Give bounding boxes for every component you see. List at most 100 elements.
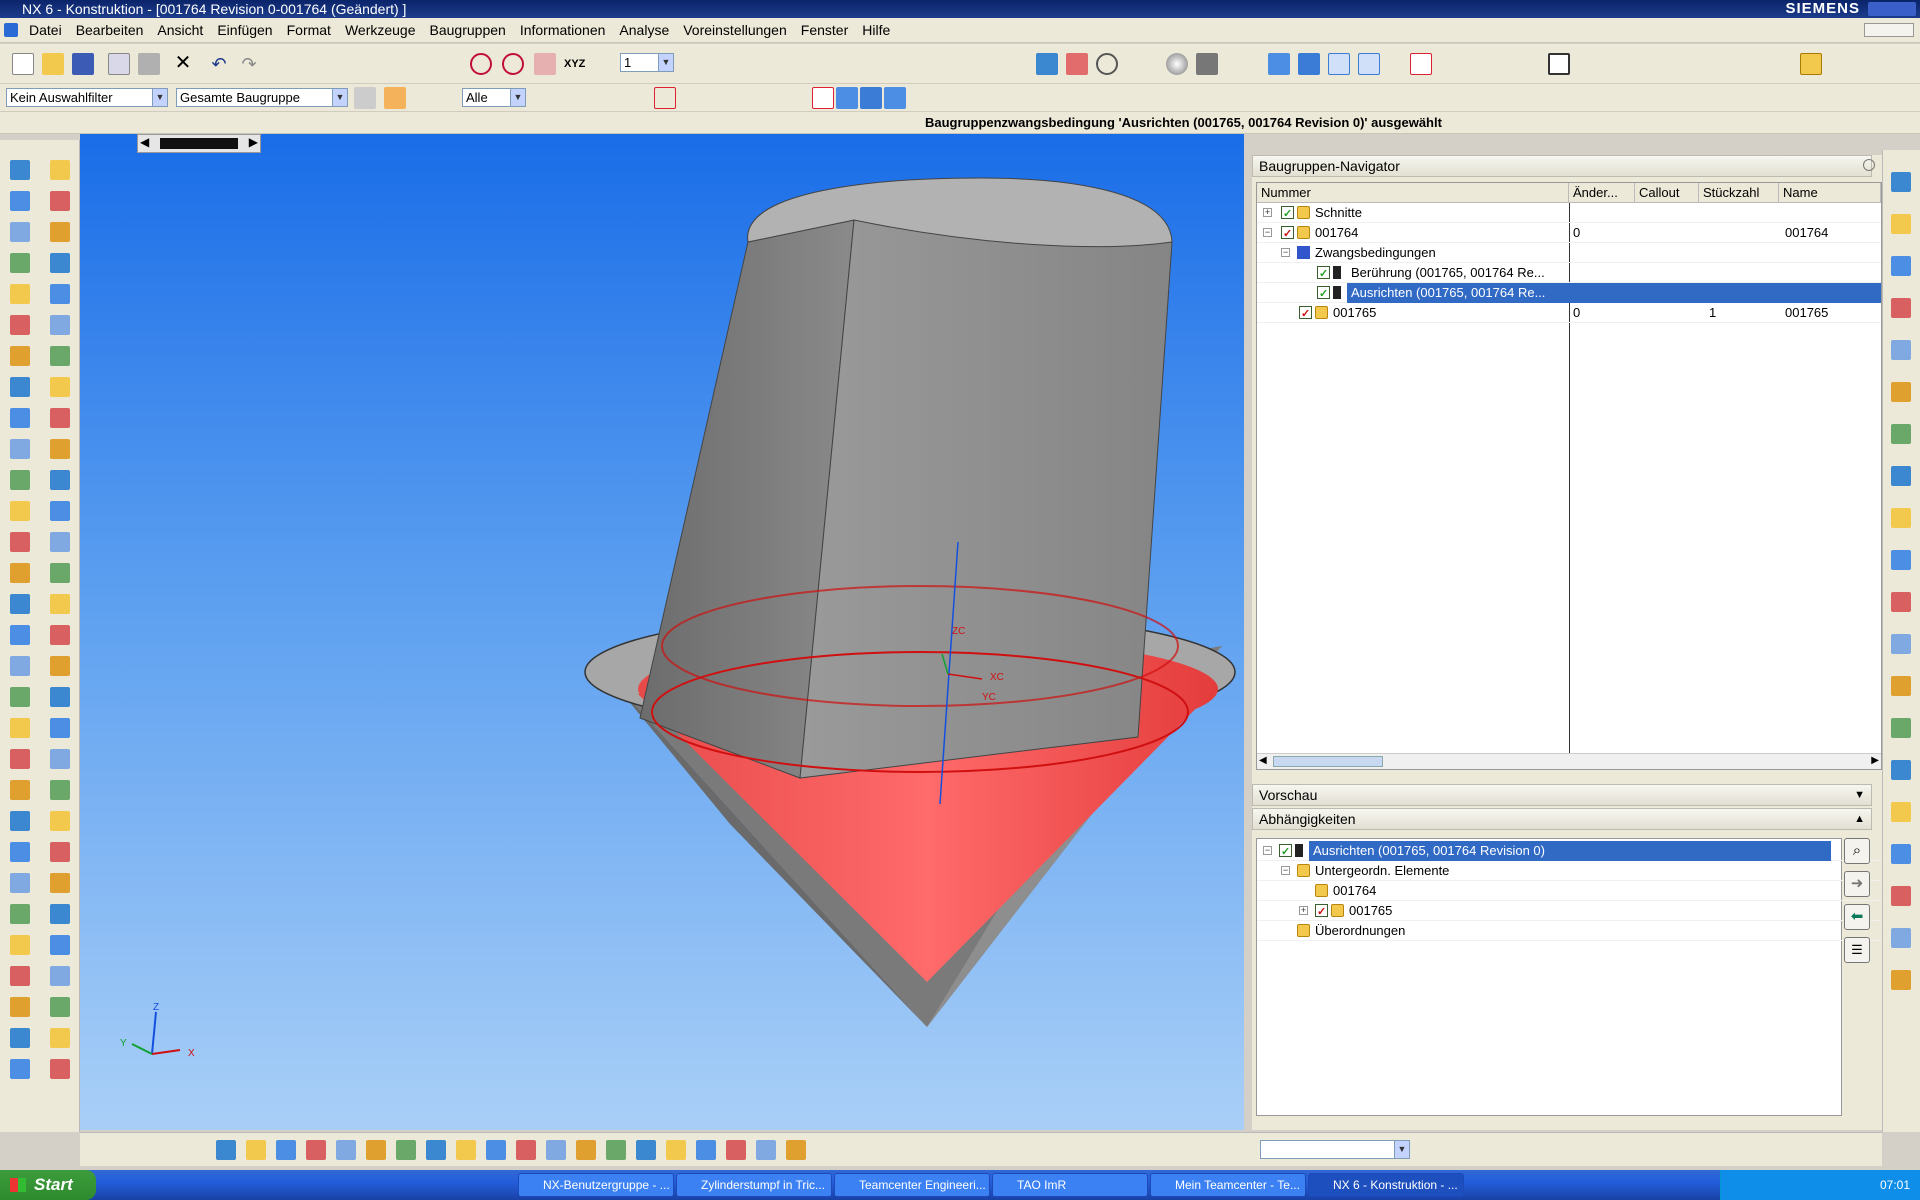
collapse-icon[interactable]: − bbox=[1263, 846, 1272, 855]
feature-tool-icon[interactable] bbox=[10, 501, 30, 521]
shaded-icon[interactable] bbox=[1166, 53, 1188, 75]
checkbox-icon[interactable] bbox=[1281, 224, 1294, 244]
resource-tab-icon[interactable] bbox=[1891, 802, 1911, 822]
feature-tool-icon[interactable] bbox=[50, 780, 70, 800]
menu-voreinstellungen[interactable]: Voreinstellungen bbox=[676, 18, 794, 43]
assembly-tool-icon[interactable] bbox=[336, 1140, 356, 1160]
task-mein-teamcenter[interactable]: Mein Teamcenter - Te... bbox=[1150, 1173, 1306, 1197]
select-filter-icon[interactable] bbox=[384, 87, 406, 109]
arrow-left-icon[interactable]: ⬅ bbox=[1844, 904, 1870, 930]
chevron-down-icon[interactable]: ▼ bbox=[1854, 785, 1865, 806]
open-file-icon[interactable] bbox=[42, 53, 64, 75]
feature-tool-icon[interactable] bbox=[10, 346, 30, 366]
list-icon[interactable]: ☰ bbox=[1844, 937, 1870, 963]
view-top-icon[interactable] bbox=[1298, 53, 1320, 75]
feature-tool-icon[interactable] bbox=[50, 346, 70, 366]
column-header-callout[interactable]: Callout bbox=[1635, 183, 1699, 203]
collapse-icon[interactable]: − bbox=[1263, 228, 1272, 237]
feature-tool-icon[interactable] bbox=[50, 284, 70, 304]
feature-tool-icon[interactable] bbox=[50, 718, 70, 738]
feature-tool-icon[interactable] bbox=[10, 780, 30, 800]
menu-einfuegen[interactable]: Einfügen bbox=[210, 18, 279, 43]
resource-tab-icon[interactable] bbox=[1891, 592, 1911, 612]
resource-tab-icon[interactable] bbox=[1891, 718, 1911, 738]
feature-tool-icon[interactable] bbox=[50, 253, 70, 273]
task-nx-benutzergruppe[interactable]: NX-Benutzergruppe - ... bbox=[518, 1173, 674, 1197]
feature-tool-icon[interactable] bbox=[50, 160, 70, 180]
app-icon[interactable] bbox=[4, 23, 18, 37]
nav-row-ausrichten[interactable]: Ausrichten (001765, 001764 Re... bbox=[1257, 283, 1881, 304]
menu-fenster[interactable]: Fenster bbox=[794, 18, 855, 43]
model-view[interactable]: ZC XC YC Z Y X bbox=[80, 134, 1244, 1130]
resource-tab-icon[interactable] bbox=[1891, 676, 1911, 696]
navigator-grid[interactable]: Nummer Änder... Callout Stückzahl Name +… bbox=[1256, 182, 1882, 770]
assembly-tool-icon[interactable] bbox=[516, 1140, 536, 1160]
type-select[interactable]: Alle ▼ bbox=[462, 88, 526, 107]
feature-tool-icon[interactable] bbox=[10, 935, 30, 955]
copy-icon[interactable] bbox=[108, 53, 130, 75]
resource-tab-icon[interactable] bbox=[1891, 382, 1911, 402]
view-right-icon[interactable] bbox=[1410, 53, 1432, 75]
feature-tool-icon[interactable] bbox=[50, 687, 70, 707]
horizontal-scrollbar[interactable]: ◀ ▶ bbox=[1257, 753, 1881, 769]
feature-tool-icon[interactable] bbox=[50, 656, 70, 676]
assembly-tool-icon[interactable] bbox=[636, 1140, 656, 1160]
scope-select[interactable]: Gesamte Baugruppe ▼ bbox=[176, 88, 348, 107]
resource-tab-icon[interactable] bbox=[1891, 298, 1911, 318]
search-icon[interactable]: ⌕ bbox=[1844, 838, 1870, 864]
checkbox-icon[interactable] bbox=[1317, 264, 1330, 284]
feature-tool-icon[interactable] bbox=[50, 904, 70, 924]
general-select-icon[interactable] bbox=[354, 87, 376, 109]
column-header-nummer[interactable]: Nummer bbox=[1257, 183, 1569, 203]
feature-tool-icon[interactable] bbox=[50, 935, 70, 955]
task-tao-imr[interactable]: TAO ImR bbox=[992, 1173, 1148, 1197]
resource-tab-icon[interactable] bbox=[1891, 760, 1911, 780]
part-tree-icon[interactable] bbox=[860, 87, 882, 109]
preview-header[interactable]: Vorschau ▼ bbox=[1252, 784, 1872, 806]
resource-tab-icon[interactable] bbox=[1891, 172, 1911, 192]
resource-tab-icon[interactable] bbox=[1891, 970, 1911, 990]
task-zylinderstumpf[interactable]: Zylinderstumpf in Tric... bbox=[676, 1173, 832, 1197]
dep-row-ueberordnungen[interactable]: Überordnungen bbox=[1257, 921, 1881, 941]
resource-tab-icon[interactable] bbox=[1891, 844, 1911, 864]
redo-icon[interactable]: ↷ bbox=[238, 53, 260, 75]
nav-row-001765[interactable]: 001765 0 1 001765 bbox=[1257, 303, 1881, 324]
layer-select[interactable]: 1 ▼ bbox=[620, 53, 674, 72]
assembly-icon[interactable] bbox=[1800, 53, 1822, 75]
refresh-icon[interactable] bbox=[1036, 53, 1058, 75]
pin-icon[interactable] bbox=[1863, 159, 1875, 171]
tab-scroller[interactable]: ◀ ▶ bbox=[137, 134, 261, 153]
arrow-right-icon[interactable]: ➜ bbox=[1844, 871, 1870, 897]
checkbox-icon[interactable] bbox=[1299, 304, 1312, 324]
render-style-icon[interactable] bbox=[1196, 53, 1218, 75]
feature-tool-icon[interactable] bbox=[10, 873, 30, 893]
assembly-tool-icon[interactable] bbox=[666, 1140, 686, 1160]
scroll-left-icon[interactable]: ◀ bbox=[1259, 755, 1267, 766]
feature-tool-icon[interactable] bbox=[50, 997, 70, 1017]
fit-icon[interactable] bbox=[1066, 53, 1088, 75]
dependencies-tree[interactable]: − Ausrichten (001765, 001764 Revision 0)… bbox=[1256, 838, 1881, 1116]
assembly-tool-icon[interactable] bbox=[576, 1140, 596, 1160]
view-front-icon[interactable] bbox=[1268, 53, 1290, 75]
feature-tool-icon[interactable] bbox=[10, 160, 30, 180]
feature-tool-icon[interactable] bbox=[10, 315, 30, 335]
scroll-right-icon[interactable]: ▶ bbox=[1871, 755, 1879, 766]
assembly-tool-icon[interactable] bbox=[756, 1140, 776, 1160]
menu-ansicht[interactable]: Ansicht bbox=[150, 18, 210, 43]
feature-tool-icon[interactable] bbox=[10, 1028, 30, 1048]
feature-tool-icon[interactable] bbox=[10, 656, 30, 676]
feature-tool-icon[interactable] bbox=[50, 315, 70, 335]
feature-tool-icon[interactable] bbox=[50, 594, 70, 614]
new-file-icon[interactable] bbox=[12, 53, 34, 75]
part-view-icon[interactable] bbox=[836, 87, 858, 109]
feature-tool-icon[interactable] bbox=[50, 842, 70, 862]
collapse-icon[interactable]: − bbox=[1281, 866, 1290, 875]
feature-tool-icon[interactable] bbox=[50, 625, 70, 645]
dep-row-ausrichten[interactable]: − Ausrichten (001765, 001764 Revision 0) bbox=[1257, 841, 1881, 862]
column-header-stueckzahl[interactable]: Stückzahl bbox=[1699, 183, 1779, 203]
feature-tool-icon[interactable] bbox=[10, 222, 30, 242]
feature-tool-icon[interactable] bbox=[10, 904, 30, 924]
feature-tool-icon[interactable] bbox=[10, 377, 30, 397]
undo-icon[interactable]: ↶ bbox=[208, 53, 230, 75]
zoom-icon[interactable] bbox=[1096, 53, 1118, 75]
